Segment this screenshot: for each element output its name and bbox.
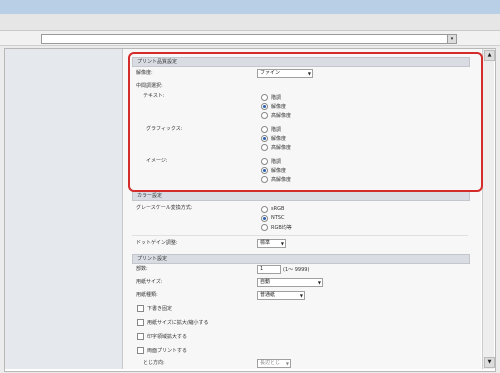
resolution-label: 解像度: [136, 70, 153, 76]
scroll-up-arrow-icon[interactable]: ▲ [484, 50, 495, 61]
grayscale-radio-ntsc[interactable] [261, 215, 268, 222]
paper-type-select[interactable]: 普通紙 ▼ [257, 291, 305, 300]
graphics-radio-resolution[interactable] [261, 135, 268, 142]
grayscale-radio-rgb-equal[interactable] [261, 224, 268, 231]
left-pane [5, 49, 123, 369]
image-radio-high-resolution[interactable] [261, 176, 268, 183]
grayscale-radio-srgb[interactable] [261, 206, 268, 213]
print-quality-header: プリント品質設定 [132, 57, 470, 67]
paper-type-label: 用紙種類: [136, 292, 158, 298]
image-radio-resolution[interactable] [261, 167, 268, 174]
text-radio-high-resolution[interactable] [261, 112, 268, 119]
graphics-radio-high-resolution[interactable] [261, 144, 268, 151]
dot-gain-select[interactable]: 標準 ▼ [257, 239, 286, 248]
fit-printable-label: 印字領域拡大する [147, 334, 188, 340]
draft-checkbox[interactable] [137, 305, 144, 312]
duplex-label: 両面プリントする [147, 348, 188, 354]
resolution-select[interactable]: ファイン ▼ [257, 69, 313, 78]
duplex-checkbox[interactable] [137, 347, 144, 354]
draft-label: 下書き固定 [147, 306, 173, 312]
image-radio-gradation[interactable] [261, 158, 268, 165]
settings-panel: プリント品質設定 解像度: ファイン ▼ 中間調選択: テキスト: 階調 解像度 … [123, 49, 481, 369]
graphics-radio-gradation[interactable] [261, 126, 268, 133]
scrollbar[interactable]: ▲ ▼ [482, 49, 495, 369]
scroll-down-arrow-icon[interactable]: ▼ [484, 357, 495, 368]
binding-label: とじ方向: [143, 360, 165, 366]
paper-size-select[interactable]: 自動 ▼ [257, 278, 323, 287]
text-radio-resolution[interactable] [261, 103, 268, 110]
graphics-label: グラフィックス: [146, 126, 183, 132]
fit-printable-checkbox[interactable] [137, 333, 144, 340]
color-header: カラー設定 [132, 191, 470, 201]
text-radio-gradation[interactable] [261, 94, 268, 101]
title-bar [0, 0, 500, 14]
print-settings-header: プリント設定 [132, 254, 470, 264]
dot-gain-label: ドットゲイン調整: [136, 240, 178, 246]
fit-label: 用紙サイズに拡大/縮小する [147, 320, 209, 326]
copies-input[interactable]: 1 [257, 265, 281, 274]
text-label: テキスト: [143, 93, 165, 99]
divider [132, 235, 468, 236]
fit-checkbox[interactable] [137, 319, 144, 326]
copies-range: (1〜 9999) [283, 267, 310, 273]
copies-label: 部数: [136, 266, 148, 272]
halftone-label: 中間調選択: [136, 83, 163, 89]
binding-select[interactable]: 長辺とじ ▼ [257, 359, 291, 368]
toolbar [0, 14, 500, 31]
address-field[interactable]: ▾ [41, 34, 457, 44]
image-label: イメージ: [146, 158, 168, 164]
grayscale-label: グレースケール変換方式: [136, 205, 193, 211]
paper-size-label: 用紙サイズ: [136, 279, 163, 285]
dropdown-icon[interactable]: ▾ [447, 35, 456, 43]
